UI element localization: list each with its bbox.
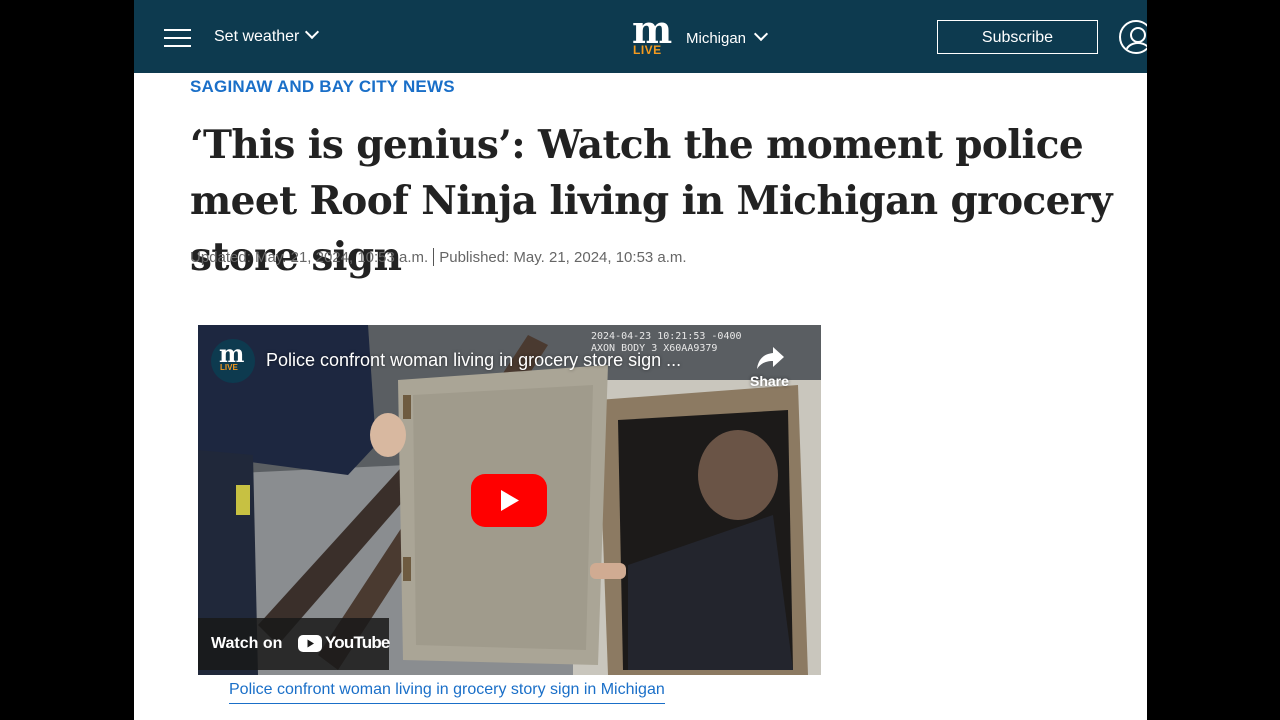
site-header: Set weather m LIVE Michigan Subscribe: [134, 0, 1147, 73]
watch-on-youtube-button[interactable]: Watch on YouTube: [198, 618, 390, 670]
user-icon[interactable]: [1119, 20, 1147, 54]
menu-icon[interactable]: [164, 29, 191, 47]
play-icon: [471, 474, 547, 527]
chevron-down-icon: [305, 24, 320, 40]
youtube-wordmark: YouTube: [325, 633, 390, 652]
video-title[interactable]: Police confront woman living in grocery …: [266, 350, 681, 371]
set-weather-label: Set weather: [214, 28, 300, 45]
channel-avatar[interactable]: m LIVE: [211, 339, 255, 383]
youtube-icon: [298, 635, 322, 652]
published-date: Published: May. 21, 2024, 10:53 a.m.: [439, 249, 687, 266]
share-icon: [757, 347, 784, 369]
subscribe-button[interactable]: Subscribe: [937, 20, 1098, 54]
bodycam-timestamp: 2024-04-23 10:21:53 -0400: [591, 331, 742, 342]
video-player[interactable]: 2024-04-23 10:21:53 -0400 AXON BODY 3 X6…: [198, 325, 821, 675]
logo-subtext: LIVE: [633, 43, 662, 57]
set-weather-button[interactable]: Set weather: [214, 24, 320, 46]
mlive-logo[interactable]: m LIVE: [632, 11, 672, 58]
updated-date: Updated: May. 21, 2024, 10:53 a.m.: [190, 249, 429, 266]
watch-on-label: Watch on: [211, 635, 283, 652]
article-dates: Updated: May. 21, 2024, 10:53 a.m. Publis…: [190, 248, 687, 266]
play-button[interactable]: [471, 474, 547, 527]
section-label[interactable]: SAGINAW AND BAY CITY NEWS: [190, 77, 455, 97]
date-divider: [433, 248, 435, 266]
edition-label: Michigan: [686, 30, 747, 47]
share-label: Share: [750, 373, 789, 389]
browser-page: Set weather m LIVE Michigan Subscribe SA…: [134, 0, 1147, 720]
share-button[interactable]: Share: [747, 341, 795, 391]
edition-selector[interactable]: Michigan: [686, 26, 769, 47]
channel-avatar-subtext: LIVE: [220, 363, 238, 372]
video-caption-link[interactable]: Police confront woman living in grocery …: [229, 681, 665, 704]
chevron-down-icon: [753, 26, 769, 42]
